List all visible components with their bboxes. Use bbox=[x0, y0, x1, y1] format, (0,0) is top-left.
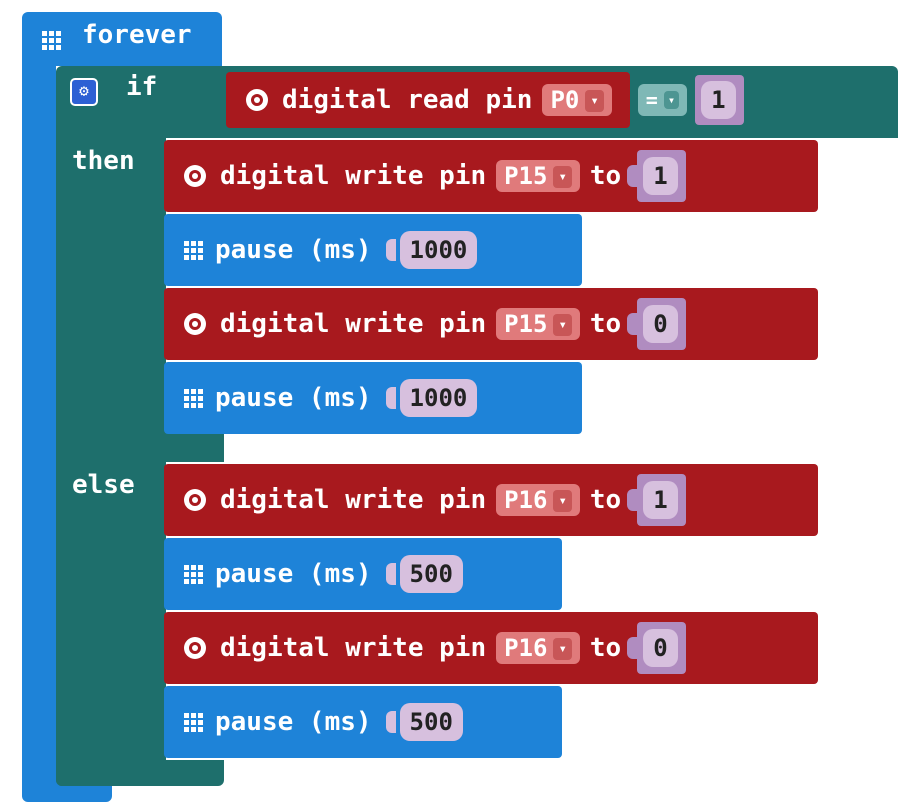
chevron-down-icon: ▾ bbox=[585, 90, 604, 112]
digital-read-label: digital read pin bbox=[282, 85, 533, 115]
grid-icon bbox=[184, 712, 203, 732]
value-slot: 1 bbox=[637, 474, 686, 526]
pause-label: pause (ms) bbox=[215, 383, 372, 413]
pin-icon bbox=[184, 313, 206, 335]
chevron-down-icon: ▾ bbox=[553, 490, 572, 512]
digital-write-block[interactable]: digital write pin P16 ▾ to 1 bbox=[164, 464, 818, 536]
chevron-down-icon: ▾ bbox=[553, 638, 572, 660]
digital-write-label: digital write pin bbox=[220, 485, 487, 515]
pause-label: pause (ms) bbox=[215, 707, 372, 737]
pin-icon bbox=[184, 165, 206, 187]
pause-value-input[interactable]: 1000 bbox=[399, 231, 478, 269]
value-slot: 0 bbox=[637, 622, 686, 674]
read-pin-dropdown[interactable]: P0 ▾ bbox=[542, 84, 612, 116]
write-pin-dropdown[interactable]: P16 ▾ bbox=[496, 632, 580, 664]
to-label: to bbox=[589, 309, 622, 339]
to-label: to bbox=[589, 485, 622, 515]
write-value-input[interactable]: 1 bbox=[643, 157, 678, 195]
write-pin-dropdown[interactable]: P16 ▾ bbox=[496, 484, 580, 516]
chevron-down-icon: ▾ bbox=[553, 314, 572, 336]
write-pin-dropdown[interactable]: P15 ▾ bbox=[496, 160, 580, 192]
pause-value-input[interactable]: 1000 bbox=[399, 379, 478, 417]
digital-write-block[interactable]: digital write pin P15 ▾ to 1 bbox=[164, 140, 818, 212]
chevron-down-icon: ▾ bbox=[663, 91, 680, 109]
forever-label: forever bbox=[82, 20, 192, 50]
settings-gear-icon[interactable]: ⚙ bbox=[70, 78, 98, 106]
digital-write-label: digital write pin bbox=[220, 309, 487, 339]
slot-notch bbox=[627, 165, 638, 187]
grid-icon bbox=[184, 388, 203, 408]
if-label: if bbox=[126, 72, 158, 102]
to-label: to bbox=[589, 633, 622, 663]
else-label: else bbox=[72, 470, 135, 500]
pin-icon bbox=[184, 637, 206, 659]
compare-value-slot: 1 bbox=[695, 75, 744, 125]
digital-write-block[interactable]: digital write pin P16 ▾ to 0 bbox=[164, 612, 818, 684]
if-block[interactable]: ⚙ if digital read pin P0 ▾ = ▾ 1 bbox=[56, 66, 898, 138]
to-label: to bbox=[589, 161, 622, 191]
if-else-divider bbox=[56, 432, 224, 462]
compare-value-input[interactable]: 1 bbox=[701, 81, 736, 119]
pause-block[interactable]: pause (ms) 1000 bbox=[164, 362, 582, 434]
value-slot: 1 bbox=[637, 150, 686, 202]
digital-write-label: digital write pin bbox=[220, 633, 487, 663]
pause-label: pause (ms) bbox=[215, 235, 372, 265]
value-slot: 0 bbox=[637, 298, 686, 350]
write-pin-dropdown[interactable]: P15 ▾ bbox=[496, 308, 580, 340]
grid-icon bbox=[184, 564, 203, 584]
slot-notch bbox=[385, 563, 396, 585]
forever-body bbox=[22, 60, 56, 780]
slot-notch bbox=[385, 711, 396, 733]
if-footer bbox=[56, 760, 224, 786]
pause-block[interactable]: pause (ms) 500 bbox=[164, 686, 562, 758]
write-value-input[interactable]: 1 bbox=[643, 481, 678, 519]
pause-block[interactable]: pause (ms) 500 bbox=[164, 538, 562, 610]
pause-value-input[interactable]: 500 bbox=[399, 703, 463, 741]
if-condition: digital read pin P0 ▾ = ▾ 1 bbox=[226, 68, 886, 132]
pin-icon bbox=[184, 489, 206, 511]
slot-notch bbox=[627, 489, 638, 511]
slot-notch bbox=[627, 637, 638, 659]
write-value-input[interactable]: 0 bbox=[643, 629, 678, 667]
slot-notch bbox=[627, 313, 638, 335]
grid-icon bbox=[184, 240, 203, 260]
then-label: then bbox=[72, 146, 135, 176]
pin-icon bbox=[246, 89, 268, 111]
pause-value-input[interactable]: 500 bbox=[399, 555, 463, 593]
slot-notch bbox=[385, 239, 396, 261]
write-value-input[interactable]: 0 bbox=[643, 305, 678, 343]
pause-block[interactable]: pause (ms) 1000 bbox=[164, 214, 582, 286]
slot-notch bbox=[385, 387, 396, 409]
digital-read-block[interactable]: digital read pin P0 ▾ bbox=[226, 72, 630, 128]
grid-icon bbox=[42, 31, 61, 50]
pause-label: pause (ms) bbox=[215, 559, 372, 589]
forever-block[interactable]: forever bbox=[22, 12, 222, 66]
digital-write-block[interactable]: digital write pin P15 ▾ to 0 bbox=[164, 288, 818, 360]
digital-write-label: digital write pin bbox=[220, 161, 487, 191]
chevron-down-icon: ▾ bbox=[553, 166, 572, 188]
operator-dropdown[interactable]: = ▾ bbox=[637, 84, 688, 116]
